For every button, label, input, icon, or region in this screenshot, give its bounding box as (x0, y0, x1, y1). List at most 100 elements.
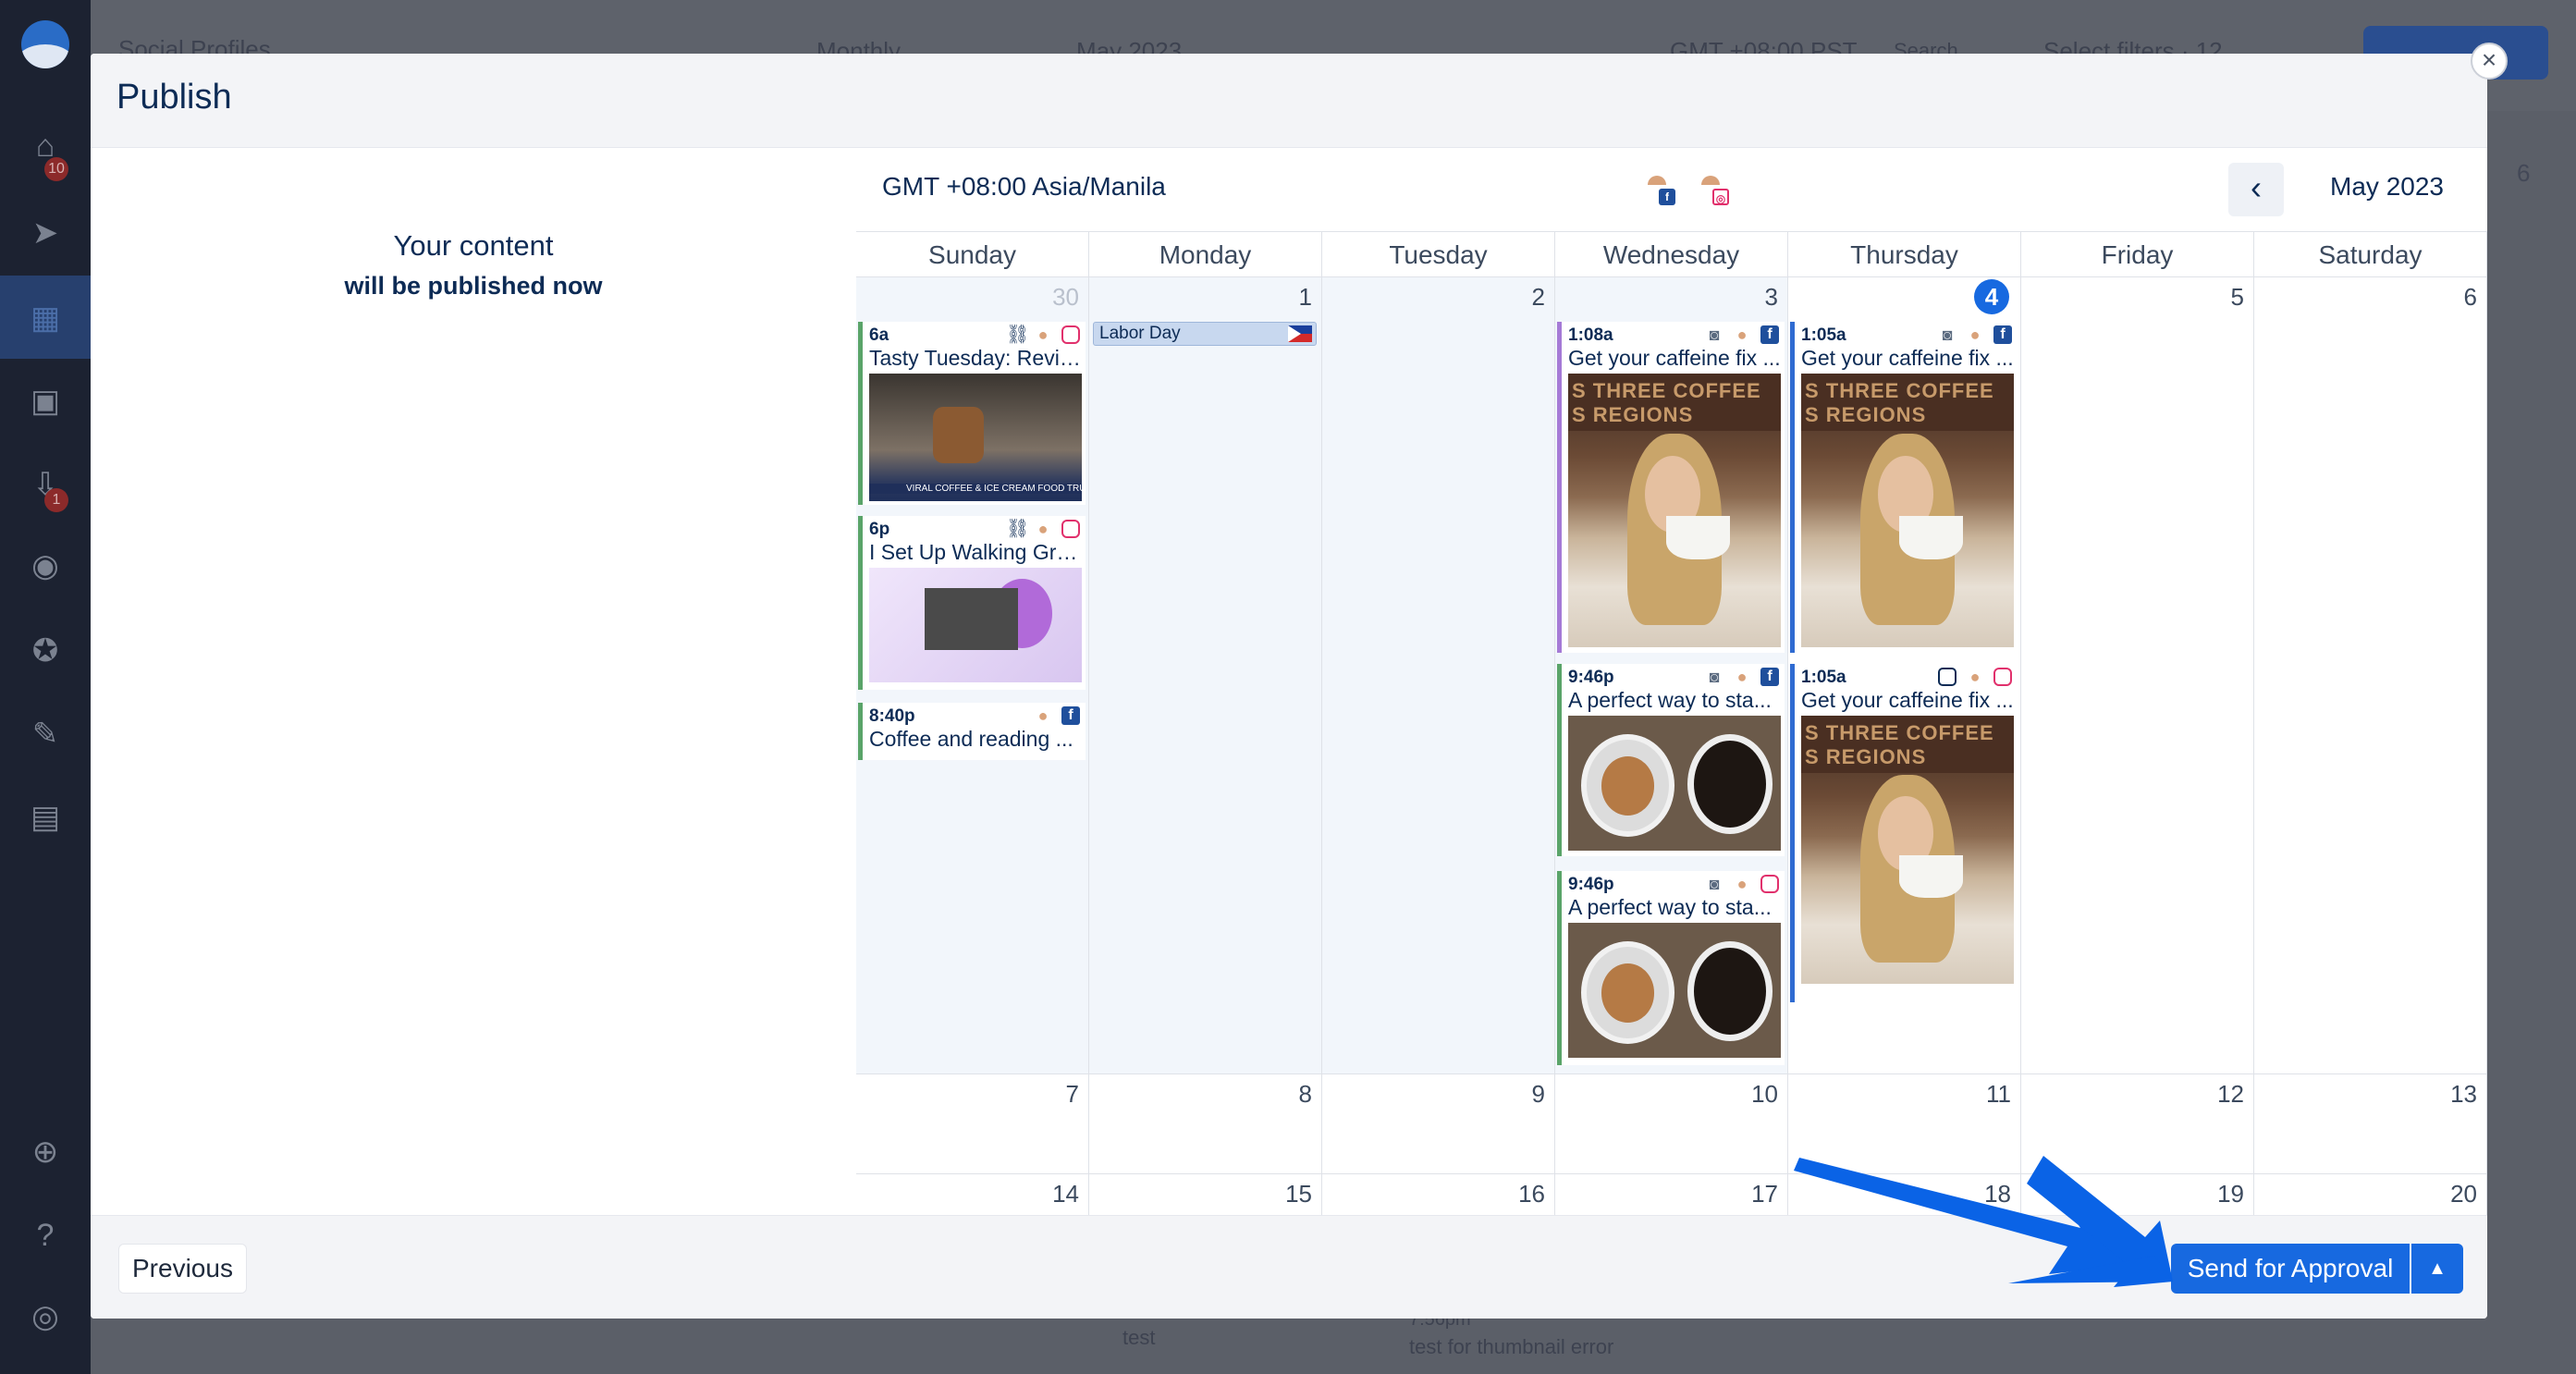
day-cell[interactable]: 5 (2021, 277, 2254, 1074)
profile-avatar-icon: ● (1736, 668, 1748, 686)
reel-icon (1938, 668, 1957, 686)
post-title: A perfect way to sta... (1568, 895, 1772, 919)
post-title: I Set Up Walking Gro... (869, 540, 1082, 564)
calendar-panel: GMT +08:00 Asia/Manila f ◎ ‹ May 2023 › … (856, 148, 2487, 1215)
photo-post-icon: ◙ (1709, 668, 1720, 686)
post-status-bar (1557, 322, 1562, 653)
day-number: 6 (2463, 283, 2477, 311)
day-number: 20 (2450, 1180, 2477, 1208)
day-cell[interactable]: 13 (2254, 1074, 2487, 1174)
day-cell[interactable]: 19 (2021, 1174, 2254, 1215)
publish-modal: Publish Your content will be published n… (91, 54, 2487, 1319)
day-cell[interactable]: 11 (1788, 1074, 2021, 1174)
profile-facebook-icon[interactable]: f (1646, 174, 1675, 207)
day-number: 30 (1052, 283, 1079, 311)
post-time: 1:08a (1568, 325, 1613, 345)
profile-avatar-icon: ● (1736, 325, 1748, 344)
post-status-bar (858, 516, 863, 690)
instagram-icon (1760, 875, 1779, 893)
star-icon[interactable]: ✪ (27, 632, 64, 669)
day-number: 2 (1531, 283, 1545, 311)
post-time: 9:46p (1568, 668, 1614, 687)
day-number: 5 (2230, 283, 2244, 311)
post-status-bar (1557, 664, 1562, 856)
day-cell[interactable]: 20 (2254, 1174, 2487, 1215)
profile-icon[interactable]: ◎ (27, 1298, 64, 1335)
add-icon[interactable]: ⊕ (27, 1134, 64, 1171)
day-cell[interactable]: 2 (1322, 277, 1555, 1074)
post-thumbnail (1568, 716, 1781, 851)
day-cell[interactable]: 6 (2254, 277, 2487, 1074)
weekday-monday: Monday (1089, 232, 1322, 278)
day-number: 13 (2450, 1080, 2477, 1108)
scheduled-post[interactable]: 1:05a ● Get your caffeine fix ... S THRE… (1790, 664, 2018, 1002)
weekday-wednesday: Wednesday (1555, 232, 1788, 278)
day-cell[interactable]: 10 (1555, 1074, 1788, 1174)
day-number: 19 (2217, 1180, 2244, 1208)
calendar-timezone: GMT +08:00 Asia/Manila (882, 172, 1166, 201)
day-cell[interactable]: 16 (1322, 1174, 1555, 1215)
post-time: 9:46p (1568, 875, 1614, 894)
day-number: 1 (1298, 283, 1312, 311)
profile-avatar-icon: ● (1969, 668, 1981, 686)
news-ticker: VIRAL COFFEE & ICE CREAM FOOD TRUCK (869, 484, 1082, 494)
listening-icon[interactable]: ◉ (27, 547, 64, 584)
day-number: 17 (1751, 1180, 1778, 1208)
app-logo[interactable] (21, 20, 69, 68)
scheduled-post[interactable]: 1:05a ◙ ● f Get your caffeine fix ... S TH… (1790, 322, 2018, 653)
holiday-event[interactable]: Labor Day (1093, 322, 1317, 346)
post-time: 6p (869, 520, 890, 539)
scheduled-post[interactable]: 6a ⛓ ● Tasty Tuesday: Reviv... VIRAL COFF… (858, 322, 1086, 505)
send-for-approval-button[interactable]: Send for Approval (2171, 1244, 2410, 1294)
post-thumbnail (1568, 923, 1781, 1058)
day-cell[interactable]: 8 (1089, 1074, 1322, 1174)
bg-day-number: 6 (2517, 159, 2531, 187)
calendar-icon[interactable]: ▦ (27, 300, 64, 337)
post-title: Get your caffeine fix ... (1801, 688, 2014, 712)
reports-icon[interactable]: ▤ (27, 799, 64, 836)
coffee-shop-sign: S THREE COFFEE S REGIONS (1568, 374, 1781, 431)
scheduled-post[interactable]: 8:40p ● f Coffee and reading ... (858, 703, 1086, 760)
profile-avatar-icon: ● (1037, 325, 1049, 344)
day-number: 11 (1986, 1080, 2011, 1108)
publish-summary-panel: Your content will be published now (91, 148, 856, 1221)
app-sidebar: ⌂ 10 ➤ ▦ ▣ ⇩ 1 ◉ ✪ ✎ ▤ ⊕ ? ◎ (0, 0, 91, 1374)
post-thumbnail: S THREE COFFEE S REGIONS (1801, 374, 2014, 647)
post-status-bar (1790, 664, 1795, 1002)
current-month: May 2023 (2330, 172, 2444, 201)
day-number: 12 (2217, 1080, 2244, 1108)
scheduled-post[interactable]: 9:46p ◙ ● f A perfect way to sta... (1557, 664, 1785, 856)
day-cell[interactable]: 9 (1322, 1074, 1555, 1174)
previous-button[interactable]: Previous (118, 1244, 247, 1294)
scheduled-post[interactable]: 1:08a ◙ ● f Get your caffeine fix ... S TH… (1557, 322, 1785, 653)
approval-options-dropdown[interactable]: ▲ (2411, 1244, 2463, 1294)
pin-icon[interactable]: ✎ (27, 716, 64, 753)
notification-badge: 10 (44, 157, 68, 181)
post-status-bar (858, 703, 863, 760)
close-modal-button[interactable]: × (2471, 43, 2508, 80)
prev-month-button[interactable]: ‹ (2228, 163, 2284, 216)
day-cell[interactable]: 14 (856, 1174, 1089, 1215)
weekday-thursday: Thursday (1788, 232, 2021, 278)
weekday-saturday: Saturday (2254, 232, 2487, 278)
day-cell[interactable]: 7 (856, 1074, 1089, 1174)
day-cell[interactable]: 17 (1555, 1174, 1788, 1215)
send-icon[interactable]: ➤ (27, 215, 64, 251)
day-cell[interactable]: 1 (1089, 277, 1322, 1074)
scheduled-post[interactable]: 9:46p ◙ ● A perfect way to sta... (1557, 871, 1785, 1065)
profile-instagram-icon[interactable]: ◎ (1699, 174, 1729, 207)
day-number: 14 (1052, 1180, 1079, 1208)
facebook-icon: f (1061, 706, 1080, 725)
day-cell[interactable]: 12 (2021, 1074, 2254, 1174)
scheduled-post[interactable]: 6p ⛓ ● I Set Up Walking Gro... (858, 516, 1086, 690)
day-number: 10 (1751, 1080, 1778, 1108)
day-cell[interactable]: 18 (1788, 1174, 2021, 1215)
post-status-bar (1790, 322, 1795, 653)
link-icon: ⛓ (1006, 519, 1030, 539)
image-icon[interactable]: ▣ (27, 383, 64, 420)
coffee-shop-sign: S THREE COFFEE S REGIONS (1801, 374, 2014, 431)
weekday-header: Sunday Monday Tuesday Wednesday Thursday… (856, 231, 2487, 278)
help-icon[interactable]: ? (27, 1217, 64, 1254)
day-number: 18 (1984, 1180, 2011, 1208)
day-cell[interactable]: 15 (1089, 1174, 1322, 1215)
